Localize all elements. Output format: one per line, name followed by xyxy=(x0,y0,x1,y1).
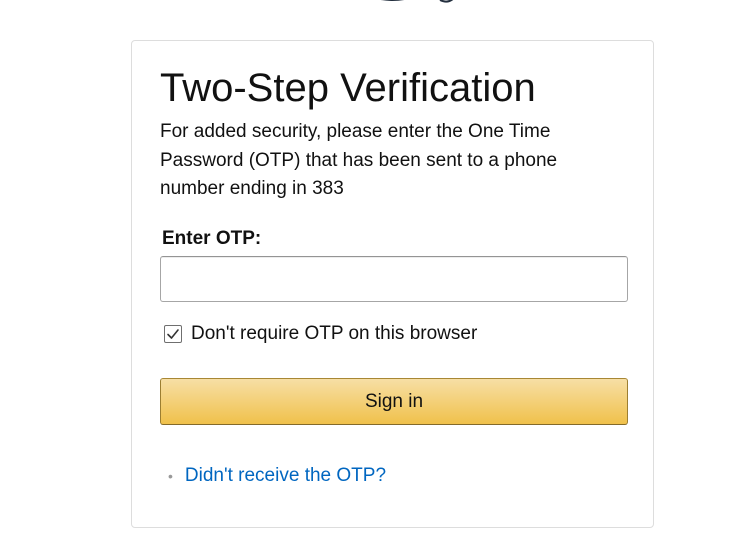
help-list-item: • Didn't receive the OTP? xyxy=(168,464,386,488)
verification-card: Two-Step Verification For added security… xyxy=(131,40,654,528)
remember-device-checkbox[interactable] xyxy=(164,325,182,343)
page-title: Two-Step Verification xyxy=(160,66,536,110)
resend-otp-link[interactable]: Didn't receive the OTP? xyxy=(185,464,386,488)
sign-in-button[interactable]: Sign in xyxy=(160,378,628,425)
otp-instructions: For added security, please enter the One… xyxy=(160,121,558,199)
bullet-icon: • xyxy=(168,468,173,484)
brand-logo-icon xyxy=(330,0,460,12)
otp-input[interactable] xyxy=(160,256,628,302)
remember-device-option[interactable]: Don't require OTP on this browser xyxy=(164,322,477,346)
help-links: • Didn't receive the OTP? xyxy=(168,464,386,488)
remember-device-label: Don't require OTP on this browser xyxy=(191,323,478,344)
checkmark-icon xyxy=(167,329,179,339)
otp-label: Enter OTP: xyxy=(162,228,262,249)
